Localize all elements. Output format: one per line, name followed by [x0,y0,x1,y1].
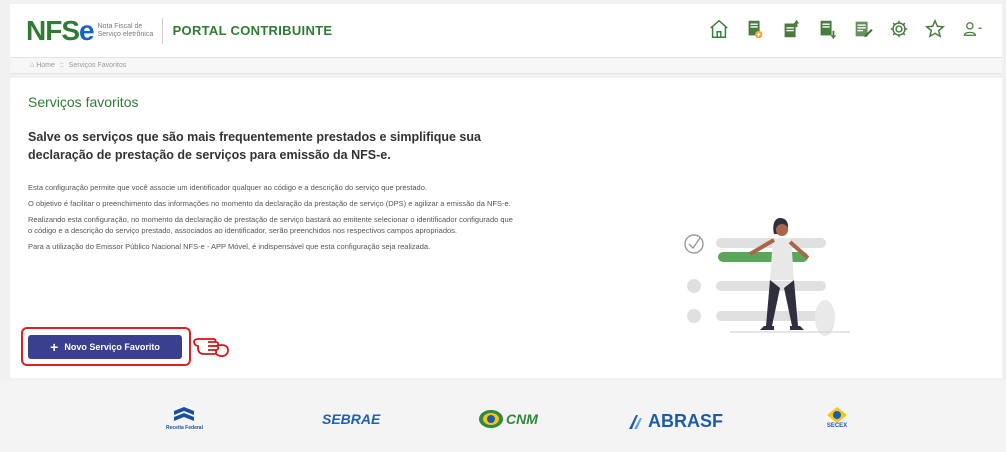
header-toolbar [706,16,988,42]
partner-logo-secex: SECEX [826,407,848,429]
nfse-logo[interactable]: NFS e Nota Fiscal de Serviço eletrônica [26,15,156,47]
breadcrumb-home-link[interactable]: Home [36,62,55,69]
description-text: Esta configuração permite que você assoc… [28,182,518,257]
user-icon[interactable] [958,16,988,42]
receita-federal-icon [174,407,195,421]
plus-icon: + [50,339,59,355]
abrasf-mark-icon [629,414,642,429]
breadcrumb: ⌂ Home :: Serviços Favoritos [10,58,1002,74]
download-doc-icon[interactable] [814,16,840,42]
home-icon[interactable] [706,16,732,42]
breadcrumb-separator: :: [59,62,64,69]
description-paragraph: Realizando esta configuração, no momento… [28,215,513,235]
partners-footer: Receita Federal SEBRAE CNM ABRASF SECEX [0,381,1006,452]
logo-subtitle: Nota Fiscal de Serviço eletrônica [97,22,154,38]
new-favorite-service-button[interactable]: + Novo Serviço Favorito [28,335,182,359]
page-headline: Salve os serviços que são mais frequente… [28,130,481,162]
logo-divider [161,17,163,44]
pointing-hand-icon [193,338,229,357]
edit-doc-icon[interactable] [850,16,876,42]
cnm-globe-icon [479,410,503,428]
breadcrumb-current: Serviços Favoritos [68,62,127,69]
partner-name: SECEX [826,423,848,429]
description-paragraph: O objetivo é facilitar o preenchimento d… [28,199,511,208]
favorites-illustration [684,218,850,336]
emit-doc-icon[interactable] [742,16,768,42]
partner-name: SEBRAE [322,411,381,427]
new-favorite-service-label: Novo Serviço Favorito [64,342,160,352]
description-paragraph: Esta configuração permite que você assoc… [28,183,427,192]
top-header: NFS e Nota Fiscal de Serviço eletrônica P… [10,4,1002,58]
portal-title: PORTAL CONTRIBUINTE [172,23,333,38]
secex-mark-icon [827,407,847,423]
partner-name: Receita Federal [166,425,203,431]
home-small-icon: ⌂ [30,62,35,69]
partner-logo-cnm: CNM [478,409,538,429]
logo-nfs-text: NFS [26,14,80,46]
logo-e-text: e [79,14,95,46]
description-paragraph: Para a utilização do Emissor Público Nac… [28,242,431,251]
page-title: Serviços favoritos [28,94,139,110]
partner-logo-abrasf: ABRASF [628,411,723,432]
upload-doc-icon[interactable] [778,16,804,42]
partner-logo-sebrae: SEBRAE [322,411,380,427]
partner-name: ABRASF [648,411,723,431]
partner-logo-receita-federal: Receita Federal [166,407,203,431]
star-icon[interactable] [922,16,948,42]
partner-name: CNM [506,411,538,427]
gear-icon[interactable] [886,16,912,42]
